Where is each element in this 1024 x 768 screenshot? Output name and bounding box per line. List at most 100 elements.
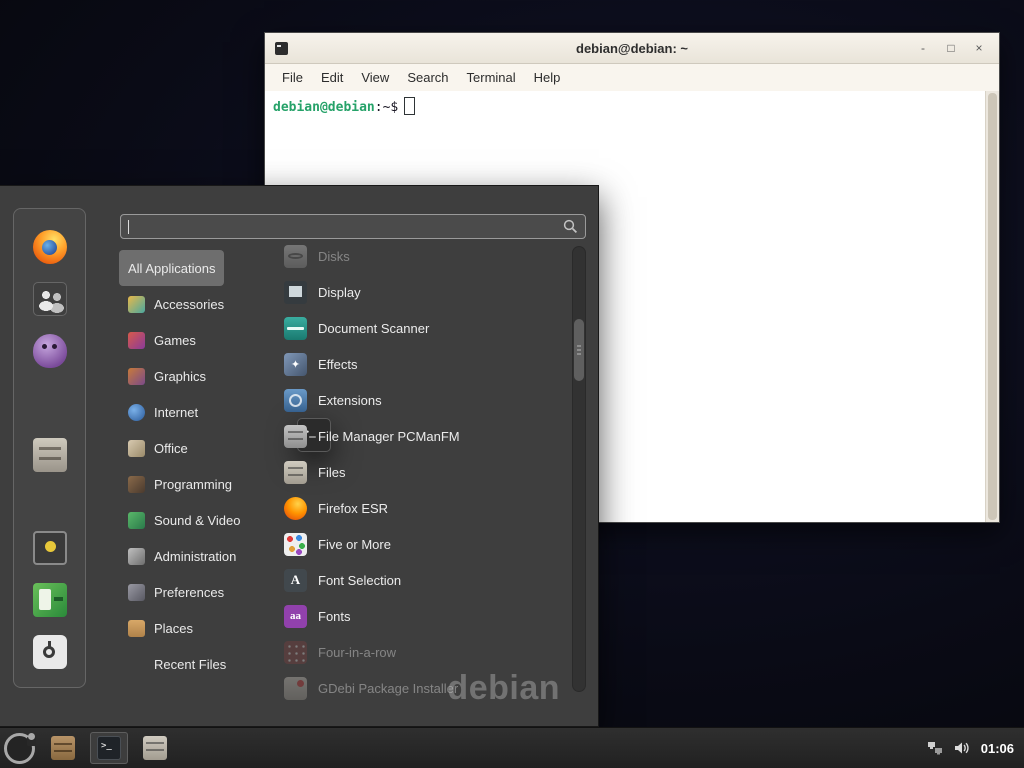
logout-icon	[33, 583, 67, 617]
category-all-applications[interactable]: All Applications	[119, 250, 224, 286]
app-display[interactable]: Display	[284, 274, 570, 310]
app-disks[interactable]: Disks	[284, 238, 570, 274]
terminal-scrollbar[interactable]	[985, 91, 999, 522]
app-label: Extensions	[318, 393, 382, 408]
document-scanner-icon	[284, 317, 307, 340]
display-icon	[284, 281, 307, 304]
category-recent-files[interactable]: Recent Files	[119, 646, 235, 682]
menu-terminal[interactable]: Terminal	[458, 64, 525, 91]
pcmanfm-icon	[284, 425, 307, 448]
app-fonts[interactable]: Fonts	[284, 598, 570, 634]
sound-video-icon	[128, 512, 145, 529]
app-label: Document Scanner	[318, 321, 429, 336]
shutdown-button[interactable]	[33, 635, 67, 669]
category-games[interactable]: Games	[119, 322, 205, 358]
accessories-icon	[128, 296, 145, 313]
category-places[interactable]: Places	[119, 610, 202, 646]
favorite-mascot-app[interactable]	[33, 334, 67, 368]
app-font-selection[interactable]: Font Selection	[284, 562, 570, 598]
app-firefox-esr[interactable]: Firefox ESR	[284, 490, 570, 526]
category-label: Sound & Video	[154, 513, 241, 528]
category-label: Graphics	[154, 369, 206, 384]
app-file-manager-pcmanfm[interactable]: File Manager PCManFM	[284, 418, 570, 454]
search-icon	[563, 219, 578, 234]
extensions-icon	[284, 389, 307, 412]
terminal-menubar: File Edit View Search Terminal Help	[265, 64, 999, 92]
category-label: Administration	[154, 549, 236, 564]
app-label: Five or More	[318, 537, 391, 552]
effects-icon	[284, 353, 307, 376]
maximize-button[interactable]: □	[937, 37, 965, 59]
category-label: Places	[154, 621, 193, 636]
category-label: Preferences	[154, 585, 224, 600]
category-administration[interactable]: Administration	[119, 538, 245, 574]
app-effects[interactable]: Effects	[284, 346, 570, 382]
prompt-user-host: debian@debian	[273, 100, 375, 115]
taskbar-terminal-button[interactable]	[90, 732, 128, 764]
logout-button[interactable]	[33, 583, 67, 617]
graphics-icon	[128, 368, 145, 385]
app-label: Fonts	[318, 609, 351, 624]
close-button[interactable]: ×	[965, 37, 993, 59]
gdebi-icon	[284, 677, 307, 700]
terminal-window-title: debian@debian: ~	[265, 41, 999, 56]
category-label: All Applications	[128, 261, 215, 276]
firefox-icon	[33, 230, 67, 264]
category-label: Internet	[154, 405, 198, 420]
window-controls: - □ ×	[909, 37, 999, 59]
apps-scrollbar-thumb[interactable]	[574, 319, 584, 381]
places-folder-icon	[128, 620, 145, 637]
app-label: Font Selection	[318, 573, 401, 588]
app-label: Four-in-a-row	[318, 645, 396, 660]
menu-view[interactable]: View	[352, 64, 398, 91]
terminal-scrollbar-thumb[interactable]	[988, 93, 997, 520]
apps-scrollbar[interactable]	[572, 246, 586, 692]
taskbar-file-manager-button[interactable]	[44, 732, 82, 764]
desktop-background: debian@debian: ~ - □ × File Edit View Se…	[0, 0, 1024, 768]
disks-icon	[284, 245, 307, 268]
taskbar: 01:06	[0, 727, 1024, 768]
category-label: Accessories	[154, 297, 224, 312]
app-four-in-a-row[interactable]: Four-in-a-row	[284, 634, 570, 670]
terminal-titlebar[interactable]: debian@debian: ~ - □ ×	[265, 33, 999, 64]
network-icon[interactable]	[927, 741, 943, 755]
session-buttons-group	[33, 531, 67, 669]
app-five-or-more[interactable]: Five or More	[284, 526, 570, 562]
app-label: Files	[318, 465, 345, 480]
favorites-column	[13, 208, 86, 688]
category-sound-video[interactable]: Sound & Video	[119, 502, 250, 538]
app-extensions[interactable]: Extensions	[284, 382, 570, 418]
category-office[interactable]: Office	[119, 430, 197, 466]
firefox-esr-icon	[284, 497, 307, 520]
category-accessories[interactable]: Accessories	[119, 286, 233, 322]
search-input[interactable]	[129, 219, 563, 234]
volume-icon[interactable]	[954, 741, 970, 755]
category-programming[interactable]: Programming	[119, 466, 241, 502]
favorite-users-app[interactable]	[33, 282, 67, 316]
menu-help[interactable]: Help	[525, 64, 570, 91]
menu-search[interactable]: Search	[398, 64, 457, 91]
taskbar-files-button[interactable]	[136, 732, 174, 764]
clock[interactable]: 01:06	[981, 741, 1014, 756]
app-files[interactable]: Files	[284, 454, 570, 490]
internet-icon	[128, 404, 145, 421]
programming-icon	[128, 476, 145, 493]
favorite-firefox[interactable]	[33, 230, 67, 264]
category-graphics[interactable]: Graphics	[119, 358, 215, 394]
app-document-scanner[interactable]: Document Scanner	[284, 310, 570, 346]
menu-edit[interactable]: Edit	[312, 64, 352, 91]
four-in-a-row-icon	[284, 641, 307, 664]
lock-screen-button[interactable]	[33, 531, 67, 565]
category-preferences[interactable]: Preferences	[119, 574, 233, 610]
category-internet[interactable]: Internet	[119, 394, 207, 430]
menu-file[interactable]: File	[273, 64, 312, 91]
favorites-group	[33, 230, 67, 472]
app-label: Effects	[318, 357, 358, 372]
menu-button[interactable]	[4, 733, 35, 764]
menu-search-box[interactable]	[120, 214, 586, 239]
favorite-file-manager[interactable]	[33, 438, 67, 472]
files-taskbar-icon	[143, 736, 167, 760]
favorite-terminal[interactable]	[33, 386, 67, 420]
minimize-button[interactable]: -	[909, 37, 937, 59]
application-menu: All Applications Accessories Games Graph…	[0, 185, 599, 727]
